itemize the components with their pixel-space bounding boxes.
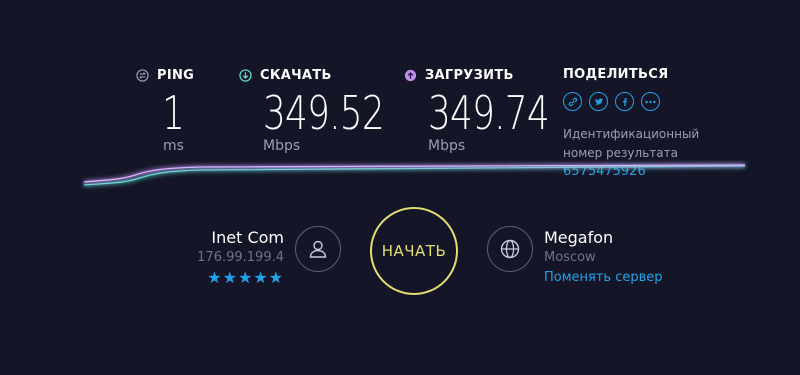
isp-ip: 176.99.199.4: [197, 250, 284, 265]
download-icon: [239, 68, 252, 82]
isp-name: Inet Com: [211, 228, 284, 247]
user-icon: [295, 226, 341, 272]
download-label: СКАЧАТЬ: [260, 67, 332, 83]
server-city: Moscow: [544, 250, 596, 265]
globe-icon[interactable]: [487, 226, 533, 272]
upload-label: ЗАГРУЗИТЬ: [425, 67, 514, 83]
facebook-icon[interactable]: [615, 92, 634, 111]
server-name: Megafon: [544, 228, 614, 247]
change-server-link[interactable]: Поменять сервер: [544, 268, 663, 288]
upload-value: 349.74: [428, 86, 550, 140]
isp-info: Inet Com 176.99.199.4 ★★★★★: [197, 228, 284, 288]
share-buttons: [563, 92, 713, 111]
start-button[interactable]: НАЧАТЬ: [370, 207, 458, 295]
speed-graph: [83, 163, 746, 187]
link-icon[interactable]: [563, 92, 582, 111]
upload-metric: ЗАГРУЗИТЬ 349.74 Mbps: [404, 66, 583, 154]
server-info: Megafon Moscow Поменять сервер: [544, 228, 663, 288]
upload-icon: [404, 69, 417, 81]
twitter-icon[interactable]: [589, 92, 608, 111]
download-value: 349.52: [263, 86, 385, 140]
more-icon[interactable]: [641, 92, 660, 111]
share-label: ПОДЕЛИТЬСЯ: [563, 67, 669, 82]
ping-icon: [136, 68, 149, 82]
ping-value: 1: [162, 86, 185, 140]
isp-rating-stars[interactable]: ★★★★★: [197, 268, 284, 288]
download-metric: СКАЧАТЬ 349.52 Mbps: [239, 66, 418, 154]
ping-metric: PING 1 ms: [136, 66, 194, 154]
ping-label: PING: [157, 67, 195, 83]
